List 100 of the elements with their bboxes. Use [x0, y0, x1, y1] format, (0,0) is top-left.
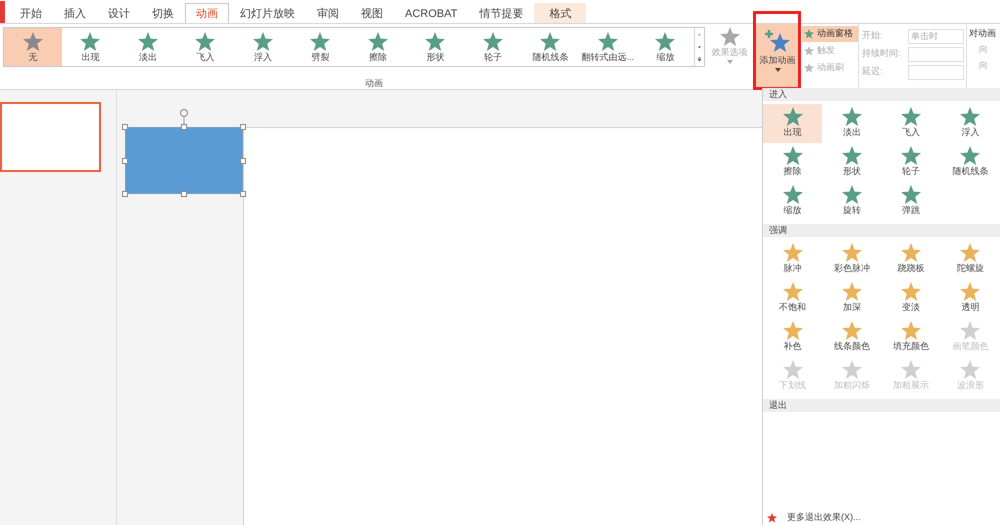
- file-tab-edge: [0, 1, 5, 23]
- animation-option[interactable]: 擦除: [349, 28, 406, 66]
- animation-option[interactable]: 轮子: [464, 28, 522, 66]
- animation-effect[interactable]: 线条颜色: [822, 318, 882, 357]
- ribbon-tab[interactable]: 幻灯片放映: [229, 3, 306, 23]
- star-icon: [720, 27, 740, 46]
- star-icon: [901, 185, 922, 204]
- timing-field[interactable]: [908, 46, 964, 62]
- advanced-animation-button[interactable]: 动画窗格: [802, 26, 858, 42]
- star-icon: [842, 107, 862, 126]
- resize-handle[interactable]: [122, 158, 128, 164]
- animation-effect[interactable]: 变淡: [882, 279, 941, 318]
- star-icon: [655, 32, 676, 50]
- star-icon: [138, 32, 158, 50]
- animation-effect[interactable]: 彩色脉冲: [822, 240, 882, 279]
- star-icon: [782, 185, 803, 204]
- animation-effect[interactable]: 出现: [763, 104, 822, 143]
- animation-effect[interactable]: 浮入: [940, 104, 1000, 143]
- animation-effect[interactable]: 旋转: [822, 182, 882, 221]
- animation-tool-icon: [804, 46, 814, 56]
- animation-option[interactable]: 形状: [406, 28, 464, 66]
- ribbon-tab[interactable]: 情节提要: [468, 3, 534, 23]
- star-icon: [782, 282, 803, 302]
- animation-effect[interactable]: 轮子: [882, 143, 941, 182]
- star-icon: [842, 282, 862, 302]
- animation-option[interactable]: 无: [4, 28, 62, 66]
- star-icon: [482, 32, 503, 50]
- section-header: 强调: [763, 224, 1000, 237]
- animation-option[interactable]: 飞入: [176, 28, 234, 66]
- star-icon: [901, 360, 922, 380]
- ribbon-tab[interactable]: 格式: [534, 3, 586, 23]
- ribbon-tab[interactable]: 插入: [53, 3, 97, 23]
- animation-option[interactable]: 淡出: [119, 28, 176, 66]
- group-label: 动画: [365, 77, 383, 90]
- star-icon: [842, 321, 862, 340]
- star-icon: [842, 243, 862, 262]
- animation-effect[interactable]: 跷跷板: [882, 240, 941, 279]
- star-icon: [960, 282, 980, 302]
- ribbon-tab[interactable]: 审阅: [306, 3, 350, 23]
- ribbon-tab[interactable]: 切换: [141, 3, 185, 23]
- star-icon: [195, 32, 216, 50]
- animation-effect[interactable]: 擦除: [763, 143, 822, 182]
- more-exit-effects-item[interactable]: 更多退出效果(X)...: [763, 511, 1000, 525]
- star-icon: [960, 360, 980, 380]
- resize-handle[interactable]: [122, 124, 128, 130]
- resize-handle[interactable]: [181, 191, 187, 197]
- slide-thumbnail[interactable]: [0, 102, 101, 172]
- animation-effect[interactable]: 随机线条: [940, 143, 1000, 182]
- ribbon-tab[interactable]: 开始: [9, 3, 53, 23]
- star-icon: [540, 32, 560, 50]
- star-icon: [310, 32, 330, 50]
- animation-effect[interactable]: 补色: [763, 318, 822, 357]
- ribbon-tab[interactable]: 动画: [185, 3, 229, 23]
- animation-effect[interactable]: 加深: [822, 279, 882, 318]
- star-icon: [960, 107, 980, 126]
- animation-option[interactable]: 随机线条: [522, 28, 579, 66]
- animation-option[interactable]: 浮入: [234, 28, 292, 66]
- resize-handle[interactable]: [240, 158, 246, 164]
- star-icon: [252, 32, 273, 50]
- animation-effect[interactable]: 不饱和: [763, 279, 822, 318]
- add-animation-button[interactable]: 添加动画: [756, 24, 799, 88]
- section-header: 进入: [763, 88, 1000, 101]
- animation-effect[interactable]: 形状: [822, 143, 882, 182]
- ribbon-tab[interactable]: 设计: [97, 3, 141, 23]
- timing-label: 延迟:: [862, 65, 884, 78]
- star-icon: [960, 243, 980, 262]
- star-icon: [782, 321, 803, 340]
- timing-label: 持续时间:: [862, 47, 902, 60]
- resize-handle[interactable]: [240, 124, 246, 130]
- animation-effect[interactable]: 淡出: [822, 104, 882, 143]
- animation-option[interactable]: 劈裂: [292, 28, 349, 66]
- star-icon: [842, 185, 862, 204]
- rotate-handle-icon[interactable]: [179, 108, 189, 127]
- animation-effect[interactable]: 弹跳: [882, 182, 941, 221]
- star-icon: [901, 146, 922, 166]
- resize-handle[interactable]: [181, 124, 187, 130]
- timing-field[interactable]: [908, 64, 964, 80]
- animation-option[interactable]: 缩放: [636, 28, 694, 66]
- resize-handle[interactable]: [240, 191, 246, 197]
- star-icon: [842, 146, 862, 166]
- star-icon: [425, 32, 446, 50]
- animation-option[interactable]: 翻转式由远...: [579, 28, 636, 66]
- star-icon: [368, 32, 388, 50]
- ribbon-tab[interactable]: ACROBAT: [394, 3, 468, 23]
- star-icon: [782, 146, 803, 166]
- star-plus-icon: [764, 30, 790, 54]
- animation-option[interactable]: 出现: [62, 28, 119, 66]
- section-header: 退出: [763, 399, 1000, 412]
- star-icon: [960, 146, 980, 166]
- animation-effect[interactable]: 透明: [940, 279, 1000, 318]
- animation-tool-icon: [804, 29, 814, 39]
- animation-effect[interactable]: 填充颜色: [882, 318, 941, 357]
- star-icon: [901, 282, 922, 302]
- resize-handle[interactable]: [122, 191, 128, 197]
- animation-effect[interactable]: 脉冲: [763, 240, 822, 279]
- ribbon-tab[interactable]: 视图: [350, 3, 394, 23]
- animation-effect[interactable]: 陀螺旋: [940, 240, 1000, 279]
- animation-effect[interactable]: 飞入: [882, 104, 941, 143]
- animation-effect[interactable]: 缩放: [763, 182, 822, 221]
- star-icon: [598, 32, 618, 50]
